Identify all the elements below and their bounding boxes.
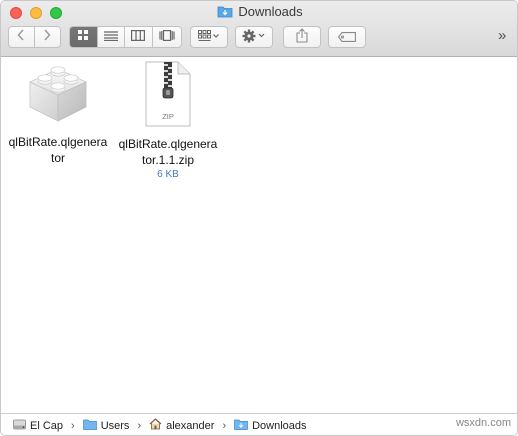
chevron-left-icon xyxy=(17,28,25,46)
forward-button[interactable] xyxy=(35,27,60,47)
path-item-users[interactable]: Users xyxy=(82,419,130,433)
file-item[interactable]: qlBitRate.qlgenerator xyxy=(8,61,108,166)
view-mode-control xyxy=(69,26,182,48)
window-title: Downloads xyxy=(238,4,303,19)
zip-badge-label: ZIP xyxy=(162,112,174,121)
toolbar-overflow-button[interactable]: » xyxy=(498,28,506,44)
path-bar: El Cap › Users › alexander › Downloads xyxy=(1,413,517,435)
path-separator: › xyxy=(71,419,75,432)
path-item-el-cap[interactable]: El Cap xyxy=(13,418,63,433)
path-item-downloads[interactable]: Downloads xyxy=(234,419,307,433)
window-title-area: Downloads xyxy=(1,4,517,19)
path-separator: › xyxy=(222,419,227,432)
back-forward-control xyxy=(8,26,61,48)
path-item-label: El Cap xyxy=(30,419,64,432)
watermark: wsxdn.com xyxy=(455,417,511,429)
column-view-button[interactable] xyxy=(125,27,153,47)
edit-tags-button[interactable] xyxy=(328,26,366,48)
gear-icon xyxy=(242,29,266,46)
plugin-bundle-icon xyxy=(24,61,92,130)
cover-flow-view-button[interactable] xyxy=(153,27,181,47)
list-icon xyxy=(103,28,118,46)
cover-flow-icon xyxy=(159,28,175,46)
toolbar: Downloads » xyxy=(1,1,517,57)
list-view-button[interactable] xyxy=(98,27,126,47)
file-browser-area: qlBitRate.qlgenerator ZIP qlBitRate.qlge… xyxy=(1,57,517,413)
arrange-grid-icon xyxy=(198,29,220,45)
path-item-label: Users xyxy=(100,419,130,432)
icon-view-button[interactable] xyxy=(70,27,98,47)
path-item-label: alexander xyxy=(166,419,215,432)
path-separator: › xyxy=(137,419,142,432)
finder-window: Downloads » qlBitRate.qlgenerator ZIP ql… xyxy=(0,0,518,436)
home-icon xyxy=(149,418,162,433)
hard-drive-icon xyxy=(13,418,26,433)
path-item-alexander[interactable]: alexander xyxy=(149,418,214,433)
arrange-button[interactable] xyxy=(190,26,228,48)
back-button[interactable] xyxy=(9,27,35,47)
path-item-label: Downloads xyxy=(252,419,307,432)
columns-icon xyxy=(131,28,146,46)
icon-grid-icon xyxy=(77,28,89,46)
zip-archive-icon: ZIP xyxy=(143,61,193,132)
downloads-folder-icon xyxy=(217,5,233,18)
folder-icon xyxy=(82,419,97,433)
file-name: qlBitRate.qlgenerator.1.1.zip xyxy=(118,137,218,167)
file-name: qlBitRate.qlgenerator xyxy=(8,135,108,165)
file-item[interactable]: ZIP qlBitRate.qlgenerator.1.1.zip 6 KB xyxy=(118,61,218,180)
action-button[interactable] xyxy=(235,26,273,48)
share-icon xyxy=(296,28,308,46)
chevron-right-icon xyxy=(43,28,51,46)
tag-icon xyxy=(337,30,356,45)
downloads-folder-icon xyxy=(234,419,248,433)
share-button[interactable] xyxy=(283,26,321,48)
file-size: 6 KB xyxy=(157,169,179,180)
